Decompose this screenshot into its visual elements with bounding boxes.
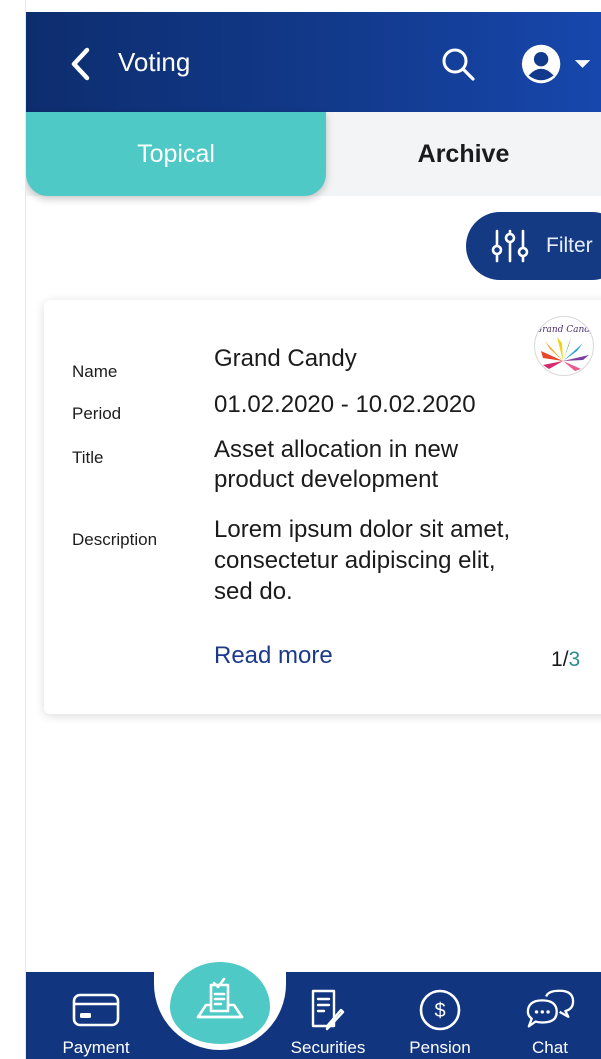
period-value: 01.02.2020 - 10.02.2020 [214,391,476,418]
voting-center-button[interactable] [170,962,270,1044]
description-value-line3: sed do. [214,578,293,605]
nav-payment[interactable]: Payment [48,988,144,1058]
nav-payment-label: Payment [62,1038,130,1057]
profile-menu-button[interactable] [520,42,601,86]
description-label: Description [72,530,158,549]
svg-text:$: $ [434,1000,445,1022]
nav-pension-label: Pension [409,1038,471,1057]
pager-current: 1 [551,648,563,671]
title-value-line1: Asset allocation in new [214,436,459,463]
search-button[interactable] [438,44,478,84]
user-circle-icon [521,44,561,84]
sliders-icon [491,229,529,263]
pager-total: 3 [568,648,581,671]
bottom-navigation: Payment Securities $ Pension Chat [26,956,601,1059]
tab-bar: Archive Topical [26,112,601,196]
tab-archive[interactable]: Archive [326,112,601,196]
back-button[interactable] [64,44,96,84]
tab-topical[interactable]: Topical [26,112,326,196]
nav-chat[interactable]: Chat [502,988,598,1058]
name-value: Grand Candy [214,345,357,372]
card-pager: 1/3 [551,648,580,672]
caret-down-icon [575,60,591,68]
read-more-link[interactable]: Read more [214,642,333,670]
credit-card-icon [72,993,120,1027]
period-label: Period [72,404,122,423]
page-title: Voting [118,47,191,77]
title-label: Title [72,448,104,467]
filter-label: Filter [546,234,593,257]
voting-app: Voting Archive Topical Filter Grand Cand… [26,12,601,1059]
chevron-left-icon [71,47,90,81]
left-edge-strip [0,0,26,1059]
title-value-line2: product development [214,466,439,493]
nav-securities[interactable]: Securities [280,988,376,1058]
description-value-line2: consectetur adipiscing elit, [214,547,496,574]
description-value-line1: Lorem ipsum dolor sit amet, [214,516,511,543]
nav-chat-label: Chat [532,1038,568,1057]
ballot-box-icon [196,977,244,1019]
chat-bubbles-icon [526,989,575,1028]
dollar-circle-icon: $ [419,989,461,1031]
app-header: Voting [26,12,601,112]
filter-button[interactable]: Filter [466,212,601,280]
search-icon [442,48,475,81]
voting-card[interactable]: Grand Candy Name Grand Candy Period 01.0… [44,300,601,714]
document-pen-icon [311,989,345,1031]
name-label: Name [72,362,118,381]
nav-pension[interactable]: $ Pension [392,988,488,1058]
nav-securities-label: Securities [290,1038,366,1057]
